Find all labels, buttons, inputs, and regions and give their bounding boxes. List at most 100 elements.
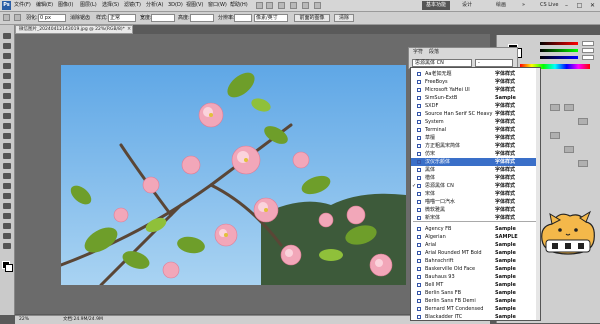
arrange-documents-icon[interactable] bbox=[302, 2, 309, 9]
channel-mixer-icon[interactable] bbox=[578, 160, 588, 167]
menu-layer[interactable]: 图层(L) bbox=[80, 2, 97, 9]
red-value[interactable] bbox=[582, 41, 594, 46]
type-tool-icon[interactable] bbox=[3, 183, 11, 189]
font-list-item[interactable]: Algerian SAMPLE bbox=[411, 233, 540, 241]
workspace-design[interactable]: 设计 bbox=[462, 2, 472, 9]
menu-3d[interactable]: 3D(D) bbox=[168, 2, 183, 9]
crop-tool-icon[interactable] bbox=[3, 73, 11, 79]
color-balance-icon[interactable] bbox=[578, 118, 588, 125]
hand-tool-icon[interactable] bbox=[3, 233, 11, 239]
clone-stamp-tool-icon[interactable] bbox=[3, 113, 11, 119]
font-list-item[interactable]: SimSun-ExtB Sample bbox=[411, 94, 540, 102]
maximize-button[interactable]: □ bbox=[573, 1, 586, 10]
font-list-item[interactable]: 宋体 字体样式 bbox=[411, 190, 540, 198]
front-image-button[interactable]: 前面的图像 bbox=[294, 14, 330, 22]
antialias-checkbox[interactable]: 消除锯齿 bbox=[70, 15, 90, 21]
blur-tool-icon[interactable] bbox=[3, 153, 11, 159]
font-list-item[interactable]: 黑体 字体样式 bbox=[411, 166, 540, 174]
font-style-select[interactable]: - bbox=[475, 59, 513, 67]
font-list-item[interactable]: 楷体 字体样式 bbox=[411, 174, 540, 182]
move-tool-icon[interactable] bbox=[3, 33, 11, 39]
tab-character[interactable]: 字符 bbox=[413, 49, 423, 55]
font-family-select[interactable]: 思源黑体 CN bbox=[412, 59, 472, 67]
font-list-item[interactable]: 汉仪乐颜体 字体样式 bbox=[411, 158, 540, 166]
font-list-item[interactable]: ✓ 思源黑体 CN 字体样式 bbox=[411, 182, 540, 190]
font-list-item[interactable]: 仿宋 字体样式 bbox=[411, 150, 540, 158]
marquee-tool-icon[interactable] bbox=[3, 14, 10, 21]
font-list-item[interactable]: Bell MT Sample bbox=[411, 281, 540, 289]
menu-help[interactable]: 帮助(H) bbox=[230, 2, 248, 9]
font-list-item[interactable]: 草檀 字体样式 bbox=[411, 134, 540, 142]
font-list-item[interactable]: Terminal 字体样式 bbox=[411, 126, 540, 134]
blossom-photo[interactable] bbox=[61, 65, 406, 285]
font-list-item[interactable]: Aa老如无题 字体样式 bbox=[411, 70, 540, 78]
blue-slider[interactable] bbox=[540, 56, 578, 59]
screen-mode-icon[interactable] bbox=[314, 2, 321, 9]
marquee-tool-icon[interactable] bbox=[3, 43, 11, 49]
tab-paragraph[interactable]: 段落 bbox=[429, 49, 439, 55]
zoom-level-icon[interactable] bbox=[278, 2, 285, 9]
dodge-tool-icon[interactable] bbox=[3, 163, 11, 169]
bridge-icon[interactable] bbox=[256, 2, 263, 9]
font-list-item[interactable]: Agency FB Sample bbox=[411, 225, 540, 233]
font-list-item[interactable]: 喵喵一口汽水 字体样式 bbox=[411, 198, 540, 206]
font-list-item[interactable]: Bernard MT Condensed Sample bbox=[411, 305, 540, 313]
path-select-tool-icon[interactable] bbox=[3, 193, 11, 199]
photo-filter-icon[interactable] bbox=[564, 146, 574, 153]
zoom-level[interactable]: 22% bbox=[19, 317, 29, 323]
workspace-painting[interactable]: 绘画 bbox=[496, 2, 506, 9]
font-list-item[interactable]: Bahnschrift Sample bbox=[411, 257, 540, 265]
green-value[interactable] bbox=[582, 48, 594, 53]
menu-view[interactable]: 视图(V) bbox=[186, 2, 203, 9]
height-input[interactable] bbox=[190, 14, 214, 22]
style-select[interactable]: 正常 bbox=[108, 14, 136, 22]
selection-mode-icon[interactable] bbox=[14, 14, 21, 21]
resolution-input[interactable] bbox=[234, 14, 252, 22]
menu-analysis[interactable]: 分析(A) bbox=[146, 2, 163, 9]
brush-tool-icon[interactable] bbox=[3, 103, 11, 109]
font-list-scrollbar[interactable] bbox=[536, 68, 540, 320]
hand-tool-icon[interactable] bbox=[290, 2, 297, 9]
cs-live-button[interactable]: CS Live bbox=[540, 2, 558, 9]
document-tab[interactable]: 微信图片_20240412143019.jpg @ 22%(RGB/8)* bbox=[15, 25, 133, 34]
menu-image[interactable]: 图像(I) bbox=[58, 2, 73, 9]
quick-select-tool-icon[interactable] bbox=[3, 63, 11, 69]
font-list-item[interactable]: Berlin Sans FB Demi Sample bbox=[411, 297, 540, 305]
black-white-icon[interactable] bbox=[550, 132, 560, 139]
healing-brush-tool-icon[interactable] bbox=[3, 93, 11, 99]
workspace-more[interactable]: » bbox=[522, 2, 525, 9]
font-list-item[interactable]: Berlin Sans FB Sample bbox=[411, 289, 540, 297]
minimize-button[interactable]: – bbox=[560, 1, 573, 10]
menu-edit[interactable]: 编辑(E) bbox=[36, 2, 53, 9]
background-color-swatch[interactable] bbox=[5, 264, 13, 272]
font-list-item[interactable]: System 字体样式 bbox=[411, 118, 540, 126]
menu-select[interactable]: 选择(S) bbox=[102, 2, 119, 9]
font-list-item[interactable]: Microsoft YaHei UI 字体样式 bbox=[411, 86, 540, 94]
font-list-item[interactable]: 方正粗黑宋简体 字体样式 bbox=[411, 142, 540, 150]
resolution-unit-select[interactable]: 像素/英寸 bbox=[254, 14, 288, 22]
history-brush-tool-icon[interactable] bbox=[3, 123, 11, 129]
red-slider[interactable] bbox=[540, 42, 578, 45]
eraser-tool-icon[interactable] bbox=[3, 133, 11, 139]
clear-button[interactable]: 清除 bbox=[334, 14, 354, 22]
minibridge-icon[interactable] bbox=[266, 2, 273, 9]
font-list-item[interactable]: Arial Rounded MT Bold Sample bbox=[411, 249, 540, 257]
blue-value[interactable] bbox=[582, 55, 594, 60]
pen-tool-icon[interactable] bbox=[3, 173, 11, 179]
eyedropper-tool-icon[interactable] bbox=[3, 83, 11, 89]
gradient-tool-icon[interactable] bbox=[3, 143, 11, 149]
font-list-item[interactable]: Arial Sample bbox=[411, 241, 540, 249]
menu-file[interactable]: 文件(F) bbox=[14, 2, 31, 9]
hue-saturation-icon[interactable] bbox=[564, 104, 574, 111]
feather-input[interactable]: 0 px bbox=[38, 14, 66, 22]
close-tab-icon[interactable]: × bbox=[127, 26, 131, 33]
3d-rotate-tool-icon[interactable] bbox=[3, 213, 11, 219]
font-list-item[interactable]: 微软雅黑 字体样式 bbox=[411, 206, 540, 214]
width-input[interactable] bbox=[151, 14, 175, 22]
3d-camera-tool-icon[interactable] bbox=[3, 223, 11, 229]
shape-tool-icon[interactable] bbox=[3, 203, 11, 209]
menu-window[interactable]: 窗口(W) bbox=[208, 2, 227, 9]
font-list-item[interactable]: SXDF 字体样式 bbox=[411, 102, 540, 110]
font-list-item[interactable]: Source Han Serif SC Heavy 字体样式 bbox=[411, 110, 540, 118]
font-list-item[interactable]: Blackadder ITC Sample bbox=[411, 313, 540, 320]
